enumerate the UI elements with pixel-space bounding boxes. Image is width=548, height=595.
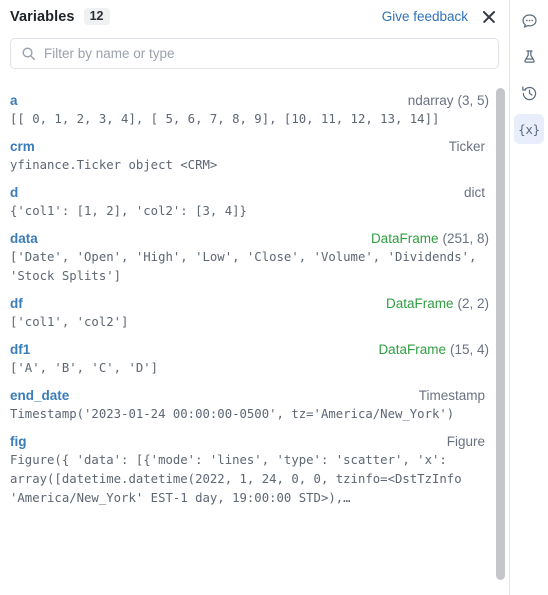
variable-row-header: fig Figure bbox=[10, 434, 489, 449]
variable-row[interactable]: df1 DataFrame (15, 4) ['A', 'B', 'C', 'D'] bbox=[0, 337, 509, 383]
variable-row[interactable]: fig Figure Figure({ 'data': [{'mode': 'lin… bbox=[0, 429, 509, 513]
flask-icon[interactable] bbox=[514, 42, 544, 72]
variable-type-group: Ticker bbox=[449, 139, 489, 154]
variable-row[interactable]: a ndarray (3, 5) [[ 0, 1, 2, 3, 4], [ 5, 6,… bbox=[0, 88, 509, 134]
variables-braces-icon[interactable]: {x} bbox=[514, 114, 544, 144]
search-container bbox=[0, 33, 509, 69]
variable-row[interactable]: data DataFrame (251, 8) ['Date', 'Open', 'H… bbox=[0, 226, 509, 291]
variable-type-group: Figure bbox=[447, 434, 489, 449]
variable-shape: (2, 2) bbox=[457, 296, 489, 312]
variable-type: DataFrame bbox=[378, 342, 446, 358]
variable-type-group: Timestamp bbox=[419, 388, 489, 403]
variable-value: {'col1': [1, 2], 'col2': [3, 4]} bbox=[10, 204, 247, 219]
variable-type-group: DataFrame (2, 2) bbox=[386, 296, 489, 311]
variable-shape: (3, 5) bbox=[457, 93, 489, 108]
variable-name: crm bbox=[10, 139, 35, 155]
variable-row-header: data DataFrame (251, 8) bbox=[10, 231, 489, 246]
variable-type-group: DataFrame (15, 4) bbox=[378, 342, 489, 357]
variable-type: Figure bbox=[446, 434, 485, 450]
close-icon[interactable] bbox=[480, 8, 498, 26]
variable-row[interactable]: df DataFrame (2, 2) ['col1', 'col2'] bbox=[0, 291, 509, 337]
variables-explorer-panel: Variables 12 Give feedback a ndarray(3, 5… bbox=[0, 0, 548, 595]
variable-value: ['col1', 'col2'] bbox=[10, 315, 129, 330]
variable-type: dict bbox=[463, 185, 485, 201]
variables-list[interactable]: a ndarray (3, 5) [[ 0, 1, 2, 3, 4], [ 5, 6,… bbox=[0, 83, 509, 595]
variable-shape: (251, 8) bbox=[442, 231, 489, 247]
panel-header: Variables 12 Give feedback bbox=[0, 0, 509, 33]
variable-name: d bbox=[10, 185, 19, 201]
variable-type-group: dict bbox=[464, 185, 489, 200]
variables-panel: Variables 12 Give feedback a ndarray(3, 5… bbox=[0, 0, 509, 595]
page-title: Variables bbox=[10, 8, 75, 25]
variable-value: yfinance.Ticker object <CRM> bbox=[10, 158, 218, 173]
variable-name: data bbox=[10, 231, 38, 247]
variable-value: Figure({ 'data': [{'mode': 'lines', 'typ… bbox=[10, 453, 470, 506]
activity-icon-rail: {x} bbox=[509, 0, 548, 595]
variable-shape: (15, 4) bbox=[449, 342, 489, 358]
variable-type-group: ndarray (3, 5) bbox=[408, 93, 489, 108]
variable-value: ['A', 'B', 'C', 'D'] bbox=[10, 361, 159, 376]
variable-name: df1 bbox=[10, 342, 31, 358]
variable-row-header: df DataFrame (2, 2) bbox=[10, 296, 489, 311]
variable-name: df bbox=[10, 296, 23, 312]
variable-name: fig bbox=[10, 434, 27, 450]
history-clock-icon[interactable] bbox=[514, 78, 544, 108]
variable-row-header: df1 DataFrame (15, 4) bbox=[10, 342, 489, 357]
variable-name: end_date bbox=[10, 388, 70, 404]
variable-row-header: end_date Timestamp bbox=[10, 388, 489, 403]
variable-row-header: d dict bbox=[10, 185, 489, 200]
variable-type: Ticker bbox=[448, 139, 485, 155]
variable-type-group: DataFrame (251, 8) bbox=[371, 231, 489, 246]
variable-value: [[ 0, 1, 2, 3, 4], [ 5, 6, 7, 8, 9], [10… bbox=[10, 112, 440, 126]
variable-type: DataFrame bbox=[370, 231, 439, 247]
variable-row[interactable]: end_date Timestamp Timestamp('2023-01-24 0… bbox=[0, 383, 509, 429]
variable-type: Timestamp bbox=[418, 388, 485, 404]
comment-bubble-icon[interactable] bbox=[514, 6, 544, 36]
search-box[interactable] bbox=[10, 38, 499, 69]
variable-name: a bbox=[10, 93, 18, 108]
give-feedback-link[interactable]: Give feedback bbox=[382, 9, 468, 24]
variable-row-header: crm Ticker bbox=[10, 139, 489, 154]
variable-row-header: a ndarray (3, 5) bbox=[10, 93, 489, 108]
search-input[interactable] bbox=[44, 46, 488, 61]
search-icon bbox=[22, 47, 36, 61]
variable-value: Timestamp('2023-01-24 00:00:00-0500', tz… bbox=[10, 407, 455, 422]
variable-value: ['Date', 'Open', 'High', 'Low', 'Close',… bbox=[10, 250, 484, 284]
variable-count-badge: 12 bbox=[83, 7, 110, 26]
variable-type: DataFrame bbox=[385, 296, 454, 312]
variable-type: ndarray bbox=[407, 93, 454, 108]
variable-row[interactable]: crm Ticker yfinance.Ticker object <CRM> bbox=[0, 134, 509, 180]
variables-braces-label: {x} bbox=[518, 121, 540, 137]
variable-row[interactable]: d dict {'col1': [1, 2], 'col2': [3, 4]} bbox=[0, 180, 509, 226]
